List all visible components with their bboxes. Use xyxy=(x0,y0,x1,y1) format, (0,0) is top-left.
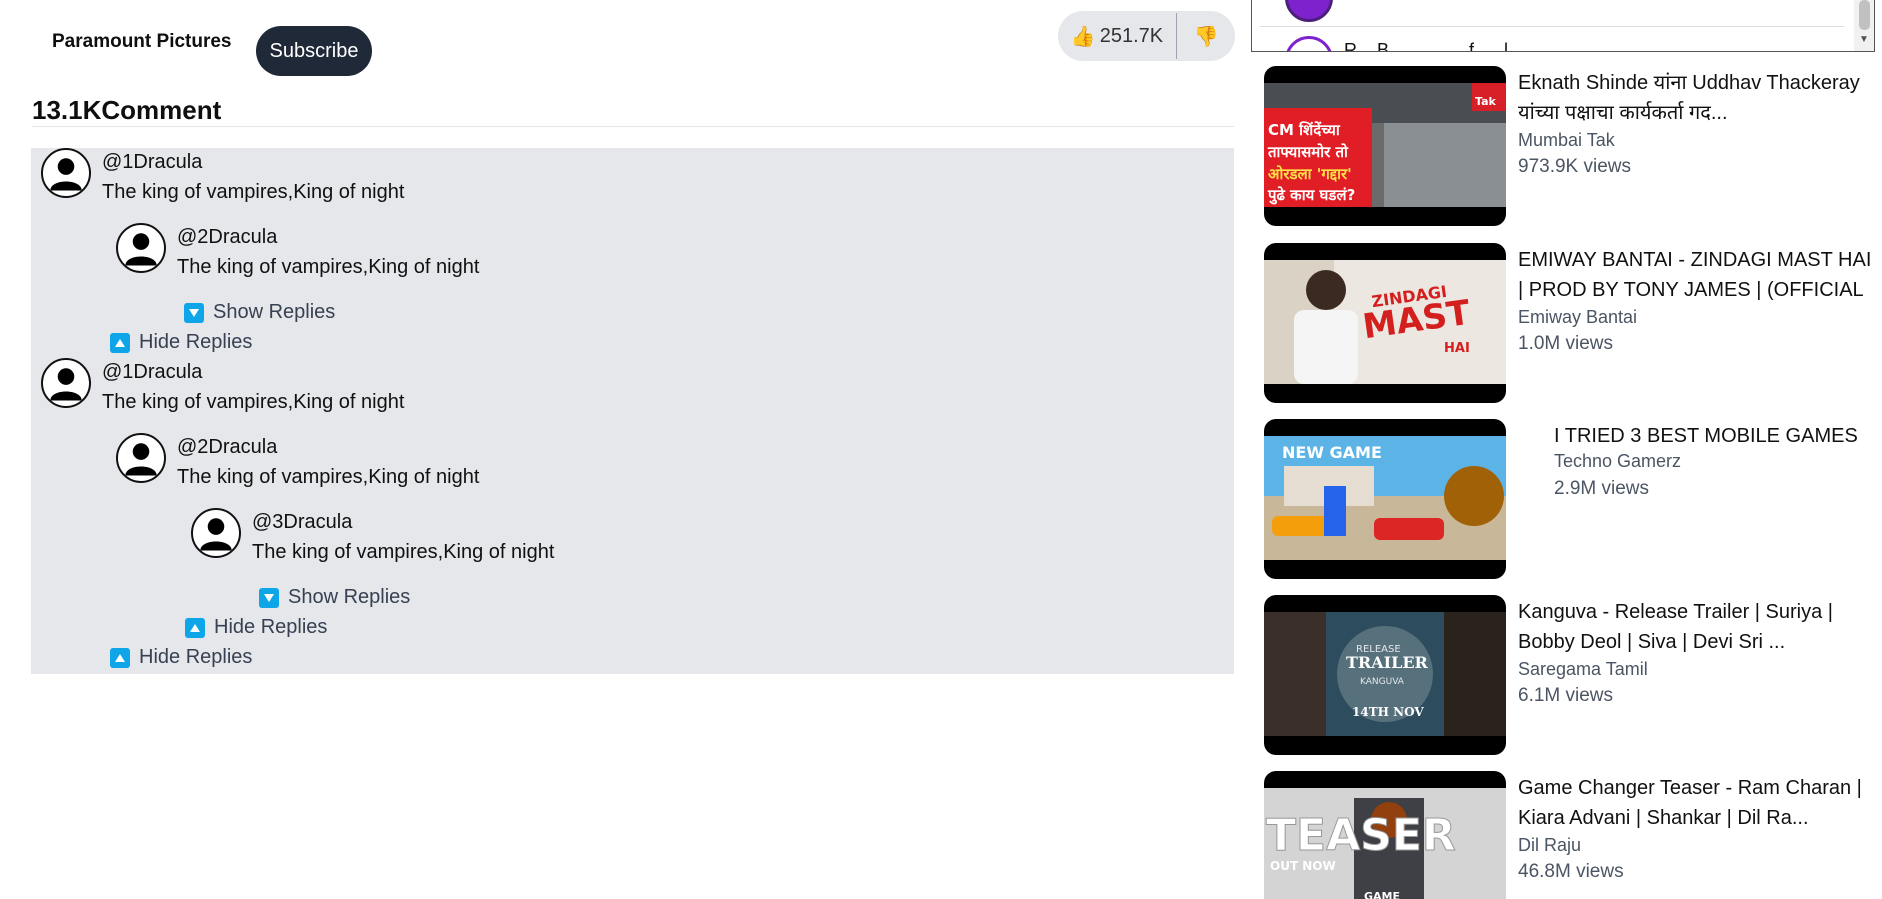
video-title[interactable]: EMIWAY BANTAI - ZINDAGI MAST HAI | PROD … xyxy=(1518,245,1874,305)
video-views: 46.8M views xyxy=(1518,861,1624,882)
show-replies-label: Show Replies xyxy=(288,586,411,608)
thumbnail-image: RELEASE TRAILER KANGUVA 14TH NOV xyxy=(1264,612,1506,736)
scrollbar-thumb[interactable] xyxy=(1859,0,1870,30)
video-views: 6.1M views xyxy=(1518,685,1614,706)
avatar[interactable] xyxy=(191,508,241,558)
thumbs-down-icon: 👎 xyxy=(1193,25,1219,48)
dislike-button[interactable]: 👎 xyxy=(1177,11,1235,61)
avatar[interactable] xyxy=(41,148,91,198)
comment-username[interactable]: @1Dracula xyxy=(102,151,202,174)
divider xyxy=(32,126,1234,127)
recommended-video[interactable]: CM शिंदेंच्या ताफ्यासमोर तो ओरडला 'गद्दा… xyxy=(1264,66,1875,228)
comment-count-label: Comment xyxy=(101,95,222,125)
video-channel[interactable]: Emiway Bantai xyxy=(1518,307,1637,328)
svg-text:14TH NOV: 14TH NOV xyxy=(1352,705,1424,719)
avatar[interactable] xyxy=(1285,36,1333,51)
channel-name[interactable]: Paramount Pictures xyxy=(52,31,232,53)
svg-text:OUT NOW: OUT NOW xyxy=(1270,859,1336,873)
comment-count-heading: 13.1KComment xyxy=(32,95,221,126)
video-thumbnail[interactable]: MAST ZINDAGI HAI xyxy=(1264,243,1506,403)
collapse-up-icon xyxy=(110,647,130,668)
recommended-video[interactable]: NEW GAME I TRIED 3 BEST MOBILE GAMES Tec… xyxy=(1264,419,1875,581)
comment-count: 13.1K xyxy=(32,95,102,125)
recommended-video[interactable]: MAST ZINDAGI HAI EMIWAY BANTAI - ZINDAGI… xyxy=(1264,243,1875,405)
expand-down-icon xyxy=(184,302,204,323)
video-title[interactable]: Eknath Shinde यांना Uddhav Thackeray यां… xyxy=(1518,68,1874,128)
comments-section: @1Dracula The king of vampires,King of n… xyxy=(31,148,1234,674)
thumbs-up-icon: 👍 xyxy=(1070,25,1096,48)
hide-replies-label: Hide Replies xyxy=(139,646,253,668)
video-title[interactable]: Kanguva - Release Trailer | Suriya | Bob… xyxy=(1518,597,1874,657)
collapse-up-icon xyxy=(185,617,205,638)
svg-text:TRAILER: TRAILER xyxy=(1346,653,1429,672)
svg-text:ओरडला 'गद्दार': ओरडला 'गद्दार' xyxy=(1268,165,1352,183)
popup-scrollbar[interactable]: ▼ xyxy=(1854,0,1874,51)
video-views: 1.0M views xyxy=(1518,333,1614,354)
recommended-video[interactable]: TEASER OUT NOW GAME CHANGER Game Changer… xyxy=(1264,771,1875,899)
video-title[interactable]: Game Changer Teaser - Ram Charan | Kiara… xyxy=(1518,773,1874,833)
video-views: 2.9M views xyxy=(1554,478,1650,499)
user-icon xyxy=(50,158,82,191)
svg-text:KANGUVA: KANGUVA xyxy=(1360,677,1405,687)
comment-text: The king of vampires,King of night xyxy=(177,256,480,278)
thumbnail-image: CM शिंदेंच्या ताफ्यासमोर तो ओरडला 'गद्दा… xyxy=(1264,83,1506,207)
user-icon xyxy=(50,368,82,401)
video-thumbnail[interactable]: CM शिंदेंच्या ताफ्यासमोर तो ओरडला 'गद्दा… xyxy=(1264,66,1506,226)
hide-replies-button[interactable]: Hide Replies xyxy=(185,616,327,639)
thumbnail-image: NEW GAME xyxy=(1264,436,1506,560)
divider xyxy=(1260,26,1844,27)
comment-username[interactable]: @3Dracula xyxy=(252,511,352,534)
svg-text:Tak: Tak xyxy=(1475,95,1497,108)
avatar[interactable] xyxy=(116,433,166,483)
recommended-video[interactable]: RELEASE TRAILER KANGUVA 14TH NOV Kanguva… xyxy=(1264,595,1875,757)
video-channel[interactable]: Saregama Tamil xyxy=(1518,659,1648,680)
svg-text:ताफ्यासमोर तो: ताफ्यासमोर तो xyxy=(1267,143,1349,161)
svg-text:NEW GAME: NEW GAME xyxy=(1282,443,1382,462)
video-thumbnail[interactable]: TEASER OUT NOW GAME CHANGER xyxy=(1264,771,1506,899)
avatar[interactable] xyxy=(1285,0,1333,22)
svg-text:TEASER: TEASER xyxy=(1266,810,1456,861)
video-channel[interactable]: Dil Raju xyxy=(1518,835,1581,856)
svg-text:HAI: HAI xyxy=(1444,341,1470,356)
popup-peek-text: R... B... ... ... ... f. ... l ... xyxy=(1344,40,1529,52)
notification-popup: R... B... ... ... ... f. ... l ... ▼ xyxy=(1251,0,1875,52)
video-title[interactable]: I TRIED 3 BEST MOBILE GAMES xyxy=(1554,421,1882,451)
show-replies-button[interactable]: Show Replies xyxy=(259,586,410,609)
expand-down-icon xyxy=(259,587,279,608)
collapse-up-icon xyxy=(110,332,130,353)
svg-text:CM शिंदेंच्या: CM शिंदेंच्या xyxy=(1268,121,1341,139)
thumbnail-image: MAST ZINDAGI HAI xyxy=(1264,260,1506,384)
user-icon xyxy=(200,518,232,551)
comment-text: The king of vampires,King of night xyxy=(177,466,480,488)
video-views: 973.9K views xyxy=(1518,156,1632,177)
video-channel[interactable]: Mumbai Tak xyxy=(1518,130,1615,151)
comment-text: The king of vampires,King of night xyxy=(252,541,555,563)
show-replies-label: Show Replies xyxy=(213,301,336,323)
avatar[interactable] xyxy=(116,223,166,273)
comment-username[interactable]: @2Dracula xyxy=(177,436,277,459)
svg-text:पुढे काय घडलं?: पुढे काय घडलं? xyxy=(1267,186,1355,205)
user-icon xyxy=(125,233,157,266)
hide-replies-label: Hide Replies xyxy=(214,616,328,638)
video-channel[interactable]: Techno Gamerz xyxy=(1554,451,1681,472)
svg-text:GAME: GAME xyxy=(1364,890,1400,899)
hide-replies-button[interactable]: Hide Replies xyxy=(110,646,252,669)
like-button[interactable]: 👍 251.7K xyxy=(1058,11,1176,61)
like-dislike-group: 👍 251.7K 👎 xyxy=(1058,11,1235,61)
avatar[interactable] xyxy=(41,358,91,408)
like-count: 251.7K xyxy=(1099,24,1164,47)
comment-username[interactable]: @2Dracula xyxy=(177,226,277,249)
scroll-down-arrow-icon[interactable]: ▼ xyxy=(1859,34,1869,45)
comment-text: The king of vampires,King of night xyxy=(102,391,405,413)
thumbnail-image: TEASER OUT NOW GAME CHANGER xyxy=(1264,788,1506,899)
hide-replies-label: Hide Replies xyxy=(139,331,253,353)
show-replies-button[interactable]: Show Replies xyxy=(184,301,335,324)
video-thumbnail[interactable]: NEW GAME xyxy=(1264,419,1506,579)
comment-username[interactable]: @1Dracula xyxy=(102,361,202,384)
subscribe-button[interactable]: Subscribe xyxy=(256,26,372,76)
hide-replies-button[interactable]: Hide Replies xyxy=(110,331,252,354)
user-icon xyxy=(125,443,157,476)
comment-text: The king of vampires,King of night xyxy=(102,181,405,203)
video-thumbnail[interactable]: RELEASE TRAILER KANGUVA 14TH NOV xyxy=(1264,595,1506,755)
